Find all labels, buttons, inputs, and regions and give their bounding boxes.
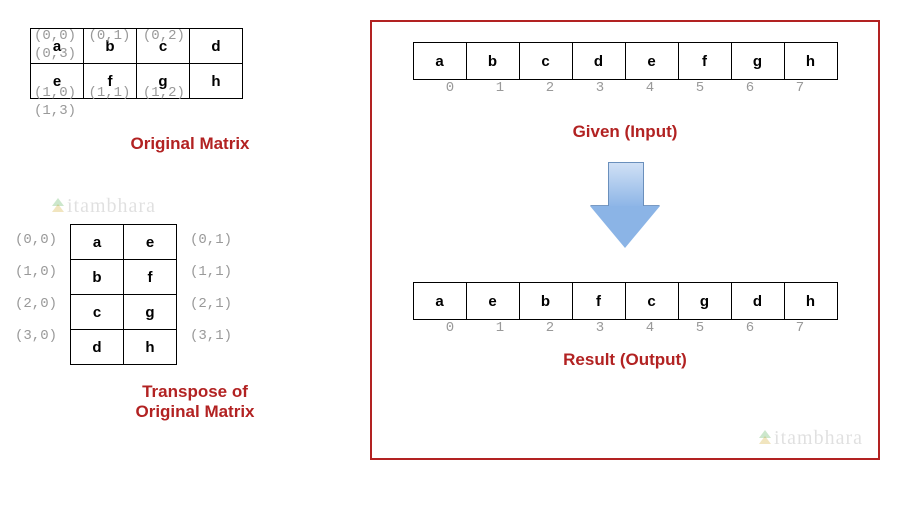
transpose-matrix-block: (0,0) (1,0) (2,0) (3,0) a e b f c g: [70, 224, 350, 422]
output-caption: Result (Output): [382, 350, 868, 370]
coord-label: (0,0): [30, 28, 80, 44]
array-cell: b: [519, 283, 572, 320]
original-matrix-block: (0,0) (0,1) (0,2) (0,3) a b c d e f g h: [30, 10, 350, 154]
array-cell: b: [466, 43, 519, 80]
coord-label: (2,0): [15, 288, 57, 320]
index-label: 3: [575, 80, 625, 96]
coord-label: (1,3): [30, 103, 80, 119]
index-label: 5: [675, 80, 725, 96]
down-arrow-icon: [590, 162, 660, 252]
table-row: c g: [71, 295, 177, 330]
matrix-cell: b: [71, 260, 124, 295]
input-caption: Given (Input): [382, 122, 868, 142]
watermark: itambhara: [50, 195, 156, 218]
index-label: 5: [675, 320, 725, 336]
output-array-block: a e b f c g d h 0 1 2 3 4 5 6 7 Result (…: [382, 282, 868, 370]
coord-label: (3,0): [15, 320, 57, 352]
array-cell: g: [731, 43, 784, 80]
array-cell: c: [625, 283, 678, 320]
index-label: 3: [575, 320, 625, 336]
logo-icon: [757, 430, 773, 446]
input-array-block: a b c d e f g h 0 1 2 3 4 5 6 7 Given (I…: [382, 42, 868, 142]
table-row: a b c d e f g h: [413, 43, 837, 80]
array-cell: f: [572, 283, 625, 320]
array-cell: c: [519, 43, 572, 80]
index-label: 1: [475, 80, 525, 96]
array-cell: h: [784, 43, 837, 80]
original-top-coords: (0,0) (0,1) (0,2) (0,3): [30, 26, 243, 62]
index-label: 2: [525, 80, 575, 96]
index-label: 1: [475, 320, 525, 336]
matrix-cell: g: [124, 295, 177, 330]
coord-label: (2,1): [190, 288, 232, 320]
original-bottom-coords: (1,0) (1,1) (1,2) (1,3): [30, 83, 243, 119]
original-matrix: (0,0) (0,1) (0,2) (0,3) a b c d e f g h: [30, 28, 243, 99]
transpose-caption: Transpose of Original Matrix: [40, 382, 350, 422]
left-panel: (0,0) (0,1) (0,2) (0,3) a b c d e f g h: [10, 10, 350, 422]
coord-label: (1,2): [139, 85, 189, 101]
matrix-cell: f: [124, 260, 177, 295]
matrix-cell: a: [71, 225, 124, 260]
coord-label: (0,3): [30, 46, 80, 62]
index-label: 6: [725, 80, 775, 96]
coord-label: (0,0): [15, 224, 57, 256]
index-label: 0: [425, 320, 475, 336]
coord-label: (1,1): [190, 256, 232, 288]
coord-label: (3,1): [190, 320, 232, 352]
output-array-table: a e b f c g d h: [413, 282, 838, 320]
array-cell: g: [678, 283, 731, 320]
transpose-matrix-table: a e b f c g d h: [70, 224, 177, 365]
output-index-row: 0 1 2 3 4 5 6 7: [382, 320, 868, 336]
coord-label: (0,2): [139, 28, 189, 44]
array-cell: d: [731, 283, 784, 320]
watermark: itambhara: [757, 427, 863, 450]
transpose-right-coords: (0,1) (1,1) (2,1) (3,1): [190, 224, 232, 352]
transpose-left-coords: (0,0) (1,0) (2,0) (3,0): [15, 224, 57, 352]
array-cell: h: [784, 283, 837, 320]
coord-label: (1,1): [84, 85, 134, 101]
coord-label: (0,1): [84, 28, 134, 44]
matrix-cell: d: [71, 330, 124, 365]
right-panel: a b c d e f g h 0 1 2 3 4 5 6 7 Given (I…: [370, 20, 880, 460]
index-label: 7: [775, 80, 825, 96]
logo-icon: [50, 198, 66, 214]
array-cell: a: [413, 283, 466, 320]
table-row: a e: [71, 225, 177, 260]
matrix-cell: e: [124, 225, 177, 260]
array-cell: f: [678, 43, 731, 80]
array-cell: d: [572, 43, 625, 80]
index-label: 4: [625, 80, 675, 96]
table-row: b f: [71, 260, 177, 295]
array-cell: e: [466, 283, 519, 320]
matrix-cell: c: [71, 295, 124, 330]
original-matrix-caption: Original Matrix: [30, 134, 350, 154]
input-array-table: a b c d e f g h: [413, 42, 838, 80]
array-cell: e: [625, 43, 678, 80]
index-label: 0: [425, 80, 475, 96]
table-row: a e b f c g d h: [413, 283, 837, 320]
coord-label: (1,0): [30, 85, 80, 101]
index-label: 2: [525, 320, 575, 336]
array-cell: a: [413, 43, 466, 80]
index-label: 7: [775, 320, 825, 336]
index-label: 4: [625, 320, 675, 336]
coord-label: (1,0): [15, 256, 57, 288]
matrix-cell: h: [124, 330, 177, 365]
coord-label: (0,1): [190, 224, 232, 256]
index-label: 6: [725, 320, 775, 336]
table-row: d h: [71, 330, 177, 365]
transpose-matrix: (0,0) (1,0) (2,0) (3,0) a e b f c g: [70, 224, 177, 365]
input-index-row: 0 1 2 3 4 5 6 7: [382, 80, 868, 96]
